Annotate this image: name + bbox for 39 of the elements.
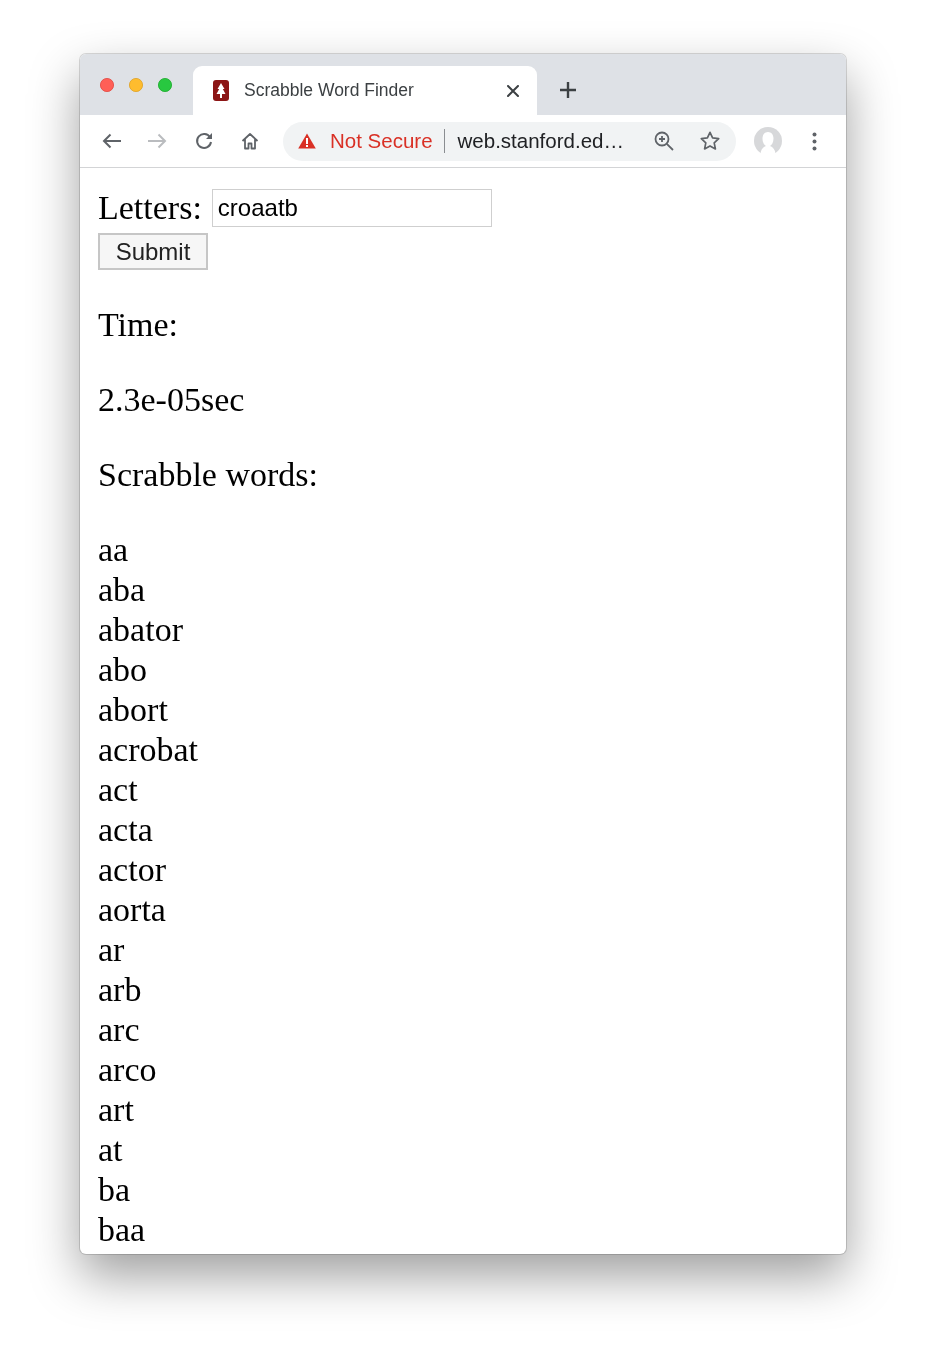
- new-tab-icon[interactable]: [559, 81, 577, 99]
- scrabble-word: acta: [98, 811, 153, 848]
- letters-input[interactable]: croaatb: [211, 189, 492, 227]
- time-value: 2.3e-05sec: [98, 380, 246, 420]
- address-bar[interactable]: Not Secure web.stanford.ed…: [283, 121, 736, 161]
- submit-button[interactable]: Submit: [98, 233, 208, 270]
- security-status[interactable]: Not Secure: [330, 129, 433, 153]
- url-text[interactable]: web.stanford.ed…: [457, 129, 624, 153]
- home-icon[interactable]: [241, 132, 259, 150]
- scrabble-word: aba: [98, 571, 146, 608]
- scrabble-word: ba: [98, 1171, 131, 1208]
- scrabble-word: arc: [98, 1011, 140, 1048]
- bookmark-star-icon[interactable]: [700, 131, 720, 151]
- scrabble-word: acrobat: [98, 731, 199, 768]
- zoom-in-icon[interactable]: [654, 131, 674, 151]
- scrabble-word: aorta: [98, 891, 166, 928]
- scrabble-word: abort: [98, 691, 168, 728]
- window-close-icon[interactable]: [100, 78, 114, 92]
- letters-label: Letters:: [98, 188, 202, 228]
- time-label: Time:: [98, 305, 179, 345]
- scrabble-word: aa: [98, 531, 129, 568]
- scrabble-word: art: [98, 1091, 134, 1128]
- more-menu-icon[interactable]: [812, 131, 817, 151]
- scrabble-word: at: [98, 1131, 123, 1168]
- scrabble-word: arb: [98, 971, 142, 1008]
- scrabble-word: arco: [98, 1051, 157, 1088]
- scrabble-word: actor: [98, 851, 166, 888]
- scrabble-word: ar: [98, 931, 125, 968]
- scrabble-word: baa: [98, 1211, 146, 1248]
- reload-icon[interactable]: [195, 132, 213, 150]
- browser-tab[interactable]: Scrabble Word Finder: [193, 66, 537, 115]
- scrabble-word: act: [98, 771, 138, 808]
- scrabble-word: abo: [98, 651, 148, 688]
- close-tab-icon[interactable]: [507, 84, 519, 97]
- favicon-icon: [213, 80, 229, 101]
- words-heading: Scrabble words:: [98, 455, 319, 495]
- back-arrow-icon[interactable]: [102, 133, 122, 149]
- warning-icon: [298, 133, 316, 149]
- scrabble-word: abator: [98, 611, 183, 648]
